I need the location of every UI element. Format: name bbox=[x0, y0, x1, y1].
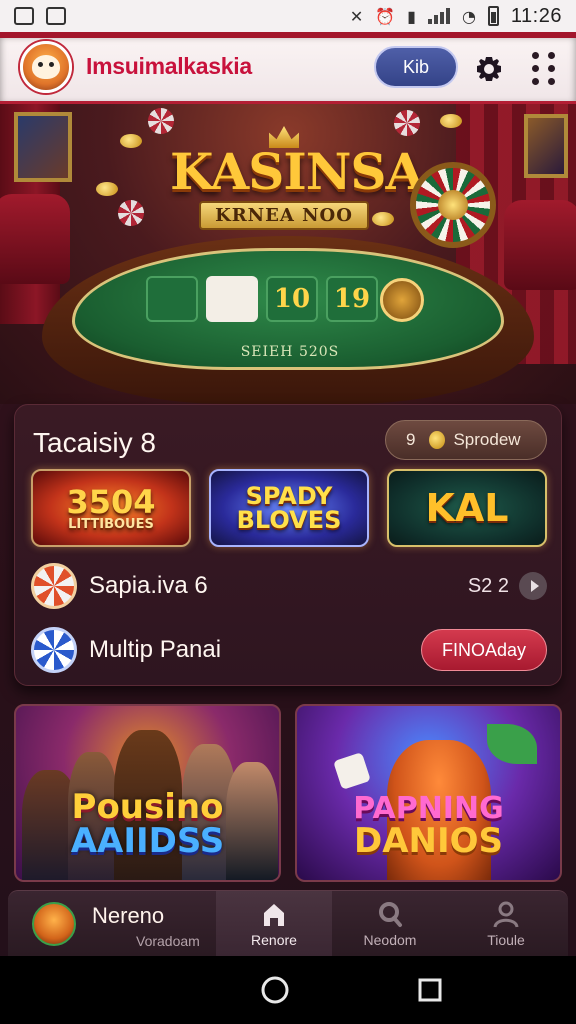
felt-card: 19 bbox=[326, 276, 378, 322]
tile-title: KAL bbox=[425, 486, 509, 530]
leaf-icon bbox=[487, 724, 537, 764]
promo-pill-button[interactable]: 9 Sprodew bbox=[385, 420, 547, 460]
app-title: Imsuimalkaskia bbox=[86, 53, 252, 79]
app-header: Imsuimalkaskia Kib bbox=[0, 32, 576, 104]
panel-title: Tacaisiy 8 bbox=[33, 427, 156, 458]
coin-icon bbox=[429, 431, 446, 449]
game-card-title-line2: DANIOS bbox=[353, 821, 504, 861]
game-tile[interactable]: KAL bbox=[387, 469, 547, 547]
gallery-icon bbox=[46, 7, 66, 25]
profile-icon bbox=[493, 901, 519, 928]
chip-icon bbox=[31, 563, 77, 609]
table-label: SEIEH 520S bbox=[240, 344, 340, 360]
game-tile[interactable]: SPADY BLOVES bbox=[209, 469, 369, 547]
armchair-left bbox=[0, 194, 70, 284]
wall-picture-left bbox=[14, 112, 72, 182]
felt-cards: 10 19 bbox=[146, 276, 378, 322]
logo-face bbox=[32, 54, 60, 79]
felt-card: 10 bbox=[266, 276, 318, 322]
list-item-label: Multip Panai bbox=[89, 636, 222, 663]
crown-icon bbox=[269, 126, 299, 148]
dice-icon bbox=[333, 752, 371, 790]
nav-profile[interactable]: Nereno Voradoam bbox=[8, 891, 216, 957]
coin-icon bbox=[120, 134, 142, 148]
game-tile[interactable]: 3504 LITTIBOUES bbox=[31, 469, 191, 547]
nav-tab-label: Renore bbox=[251, 932, 297, 948]
promo-label: Sprodew bbox=[453, 430, 521, 449]
battery-icon bbox=[487, 6, 499, 26]
hero-title: KASINSA bbox=[170, 142, 424, 201]
nav-tab-label: Tioule bbox=[487, 932, 525, 948]
tile-main: 3504 bbox=[66, 482, 156, 521]
list-item-label: Sapia.iva 6 bbox=[89, 572, 208, 599]
bottom-nav: Nereno Voradoam Renore Neodom Tioule bbox=[8, 890, 568, 957]
list-item: Multip Panai FINOAday bbox=[31, 625, 547, 675]
wifi-icon: ◔ bbox=[461, 6, 476, 26]
armchair-right bbox=[504, 200, 576, 290]
game-card-title-line2: AAIIDSS bbox=[70, 821, 225, 861]
nav-profile-name: Nereno bbox=[92, 903, 165, 928]
alarm-icon: ⏰ bbox=[375, 6, 396, 26]
roulette-wheel-icon bbox=[410, 162, 496, 248]
status-time: 11:26 bbox=[510, 4, 562, 27]
wall-picture-right bbox=[524, 114, 568, 178]
nav-profile-sub: Voradoam bbox=[136, 933, 200, 949]
tile-title: 3504 LITTIBOUES bbox=[66, 486, 155, 531]
felt-card bbox=[206, 276, 258, 322]
home-icon bbox=[264, 904, 284, 926]
coin-icon bbox=[440, 114, 462, 128]
more-vert-icon[interactable] bbox=[530, 51, 558, 85]
gear-icon[interactable] bbox=[474, 54, 504, 84]
recent-apps-icon[interactable] bbox=[417, 977, 443, 1003]
tile-title: SPADY BLOVES bbox=[236, 482, 342, 534]
felt-card bbox=[146, 276, 198, 322]
game-card-title-line1: PAPNING bbox=[353, 791, 504, 826]
system-nav-bar bbox=[0, 956, 576, 1024]
fox-logo-icon[interactable] bbox=[20, 40, 72, 93]
featured-panel: Tacaisiy 8 9 Sprodew 3504 LITTIBOUES SPA… bbox=[14, 404, 562, 686]
nav-tab-search[interactable]: Neodom bbox=[332, 891, 448, 957]
promo-count: 9 bbox=[406, 430, 416, 449]
hero-banner[interactable]: KASINSA KRNEA NOO 10 19 SEIEH 520S bbox=[0, 104, 576, 404]
status-right-icons: ✕ ⏰ ▮ ◔ 11:26 bbox=[350, 5, 562, 28]
game-card-title: PAPNING DANIOS bbox=[297, 791, 560, 861]
cta-button[interactable]: FINOAday bbox=[421, 629, 547, 671]
header-frame bbox=[0, 32, 576, 38]
coin-icon bbox=[96, 182, 118, 196]
signal-icon bbox=[427, 8, 450, 24]
nav-tab-profile[interactable]: Tioule bbox=[448, 891, 564, 957]
hero-logo: KASINSA KRNEA NOO bbox=[170, 126, 424, 230]
vibrate-icon: ▮ bbox=[407, 6, 416, 26]
nav-tab-label: Neodom bbox=[363, 932, 417, 948]
hero-subtitle: KRNEA NOO bbox=[215, 205, 353, 226]
poker-chip-icon bbox=[118, 200, 144, 226]
game-tiles: 3504 LITTIBOUES SPADY BLOVES KAL bbox=[31, 469, 547, 547]
status-left-icons bbox=[14, 7, 66, 25]
nfc-icon: ✕ bbox=[349, 6, 364, 26]
image-icon bbox=[14, 7, 34, 25]
chevron-right-icon[interactable] bbox=[519, 572, 547, 600]
account-pill-button[interactable]: Kib bbox=[374, 46, 458, 88]
avatar bbox=[32, 902, 76, 946]
hero-subtitle-plate: KRNEA NOO bbox=[199, 201, 369, 230]
status-bar: ✕ ⏰ ▮ ◔ 11:26 bbox=[0, 0, 576, 32]
game-card-title: Pousino AAIIDSS bbox=[16, 790, 279, 858]
list-item-value: S2 2 bbox=[467, 574, 509, 597]
home-circle-icon[interactable] bbox=[260, 975, 290, 1005]
game-cards: Pousino AAIIDSS PAPNING DANIOS bbox=[14, 704, 562, 882]
list-item[interactable]: Sapia.iva 6 S2 2 bbox=[31, 561, 547, 611]
gold-chip-icon bbox=[380, 278, 424, 322]
app-screen: ✕ ⏰ ▮ ◔ 11:26 Imsuimalkaskia Kib KASINSA… bbox=[0, 0, 576, 1024]
chip-icon bbox=[31, 627, 77, 673]
search-icon bbox=[379, 902, 402, 927]
game-card[interactable]: PAPNING DANIOS bbox=[295, 704, 562, 882]
game-card[interactable]: Pousino AAIIDSS bbox=[14, 704, 281, 882]
game-card-title-line1: Pousino bbox=[71, 787, 224, 827]
tile-sub: LITTIBOUES bbox=[68, 516, 154, 532]
nav-tab-home[interactable]: Renore bbox=[216, 891, 332, 957]
